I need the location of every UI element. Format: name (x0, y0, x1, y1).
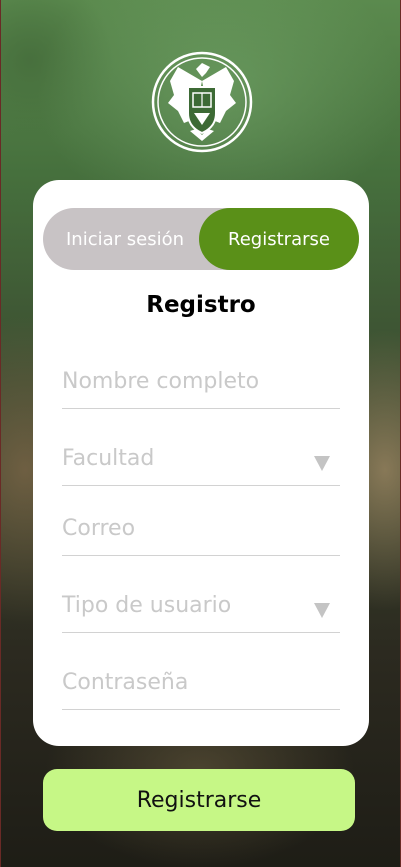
faculty-select[interactable]: Facultad (62, 436, 340, 486)
password-field[interactable]: Contraseña (62, 660, 340, 710)
full-name-field[interactable]: Nombre completo (62, 359, 340, 409)
register-card: Iniciar sesión Registrarse Registro Nomb… (33, 180, 369, 746)
auth-tab-toggle: Iniciar sesión Registrarse (43, 208, 359, 270)
user-type-select[interactable]: Tipo de usuario (62, 583, 340, 633)
email-placeholder: Correo (62, 516, 136, 541)
eagle-crest-logo-icon (144, 51, 260, 153)
tab-login[interactable]: Iniciar sesión (43, 208, 207, 270)
register-submit-button[interactable]: Registrarse (43, 769, 355, 831)
triangle-down-icon[interactable] (314, 603, 330, 618)
password-placeholder: Contraseña (62, 670, 189, 695)
tab-register[interactable]: Registrarse (199, 208, 359, 270)
full-name-placeholder: Nombre completo (62, 369, 260, 394)
user-type-placeholder: Tipo de usuario (62, 593, 232, 618)
faculty-placeholder: Facultad (62, 446, 155, 471)
triangle-down-icon[interactable] (314, 456, 330, 471)
form-title: Registro (146, 292, 256, 318)
email-field[interactable]: Correo (62, 506, 340, 556)
